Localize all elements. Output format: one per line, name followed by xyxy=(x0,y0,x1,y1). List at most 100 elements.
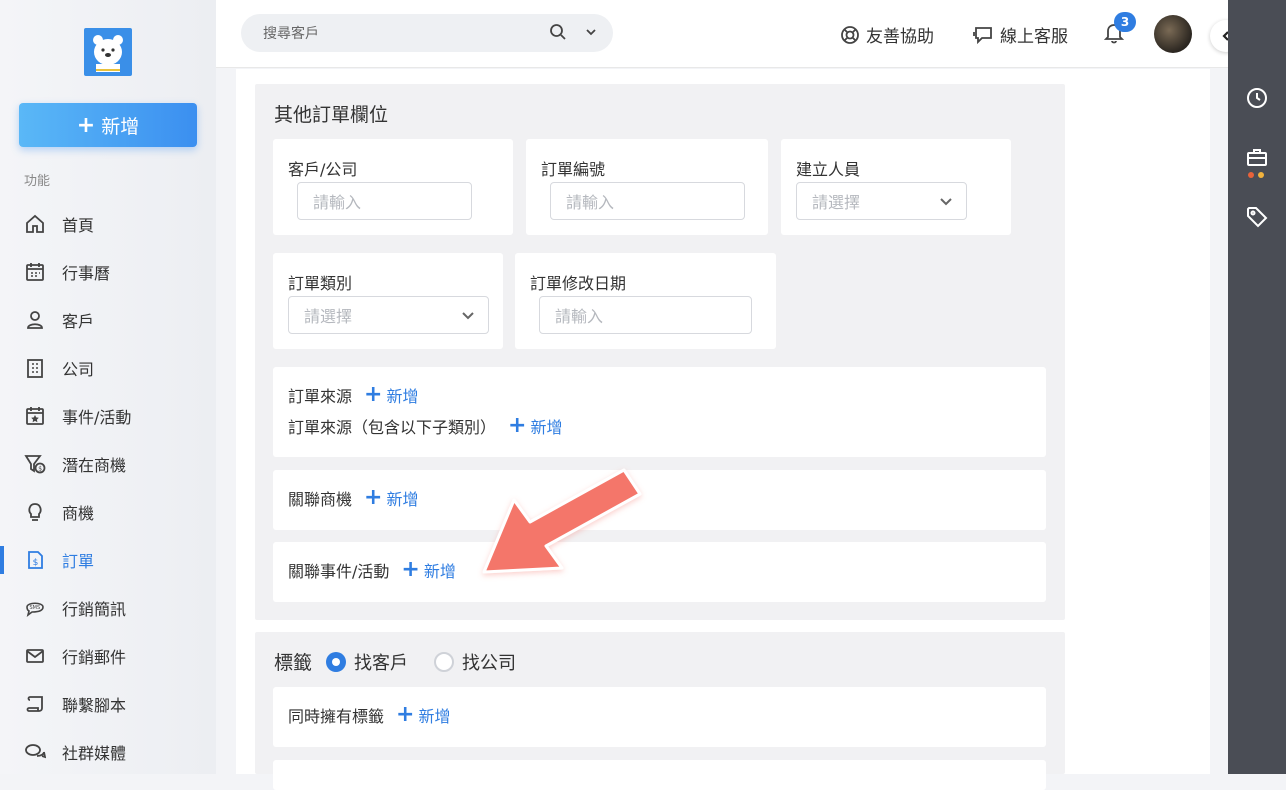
creator-select[interactable]: 請選擇 xyxy=(796,182,967,220)
add-label: 新增 xyxy=(386,387,419,406)
sidebar-nav: 首頁 行事曆 客戶 公司 事件/活動 $ 潛在商機 商機 $ 訂單 SMS 行銷… xyxy=(0,200,216,776)
tag-icon[interactable] xyxy=(1245,205,1269,229)
add-new-button[interactable]: + 新增 xyxy=(19,103,197,147)
sidebar-item-opportunity[interactable]: 商機 xyxy=(0,488,216,536)
radio-find-company[interactable]: 找公司 xyxy=(434,649,516,675)
order-number-card: 訂單編號 請輸入 xyxy=(526,139,768,235)
order-icon: $ xyxy=(24,549,46,571)
plus-icon: + xyxy=(76,112,96,138)
search-placeholder: 搜尋客戶 xyxy=(263,26,319,42)
support-link[interactable]: 線上客服 xyxy=(972,22,1068,47)
field-label: 訂單來源 xyxy=(288,387,353,406)
order-type-card: 訂單類別 請選擇 xyxy=(273,253,503,349)
order-number-input[interactable]: 請輸入 xyxy=(550,182,745,220)
input-placeholder: 請輸入 xyxy=(313,193,362,212)
event-icon xyxy=(24,405,46,427)
add-tag-button[interactable]: + 新增 xyxy=(396,703,450,727)
clock-icon[interactable] xyxy=(1245,86,1269,110)
related-opportunity-card: 關聯商機 + 新增 xyxy=(273,470,1046,530)
search-icon[interactable] xyxy=(549,23,567,41)
field-label: 同時擁有標籤 xyxy=(288,707,385,726)
plus-icon: + xyxy=(508,413,527,438)
sidebar-item-customer[interactable]: 客戶 xyxy=(0,296,216,344)
sidebar-item-label: 行銷郵件 xyxy=(62,648,127,667)
section-label: 功能 xyxy=(24,174,51,189)
chevron-down-icon[interactable] xyxy=(585,26,597,38)
support-label: 線上客服 xyxy=(1000,27,1068,47)
svg-text:SMS: SMS xyxy=(30,605,41,611)
search-input[interactable]: 搜尋客戶 xyxy=(241,14,613,52)
radio-label: 找客戶 xyxy=(354,652,409,674)
right-toolbar xyxy=(1228,0,1286,774)
add-related-event-button[interactable]: + 新增 xyxy=(401,558,455,582)
field-label: 訂單修改日期 xyxy=(530,274,627,293)
sidebar-item-label: 首頁 xyxy=(62,216,95,235)
sidebar-item-event[interactable]: 事件/活動 xyxy=(0,392,216,440)
add-new-label: 新增 xyxy=(101,115,140,138)
radio-checked-icon xyxy=(326,651,347,672)
annotation-arrow-icon xyxy=(482,468,642,574)
sidebar-item-sms[interactable]: SMS 行銷簡訊 xyxy=(0,584,216,632)
field-label: 關聯商機 xyxy=(288,490,353,509)
sidebar-item-calendar[interactable]: 行事曆 xyxy=(0,248,216,296)
radio-unchecked-icon xyxy=(434,651,455,672)
radio-find-customer[interactable]: 找客戶 xyxy=(326,649,408,675)
plus-icon: + xyxy=(364,382,383,407)
chevron-down-icon xyxy=(462,312,474,320)
modified-date-card: 訂單修改日期 請輸入 xyxy=(515,253,776,349)
script-icon xyxy=(24,693,46,715)
logo[interactable] xyxy=(84,28,132,76)
plus-icon: + xyxy=(401,557,420,582)
sidebar-item-home[interactable]: 首頁 xyxy=(0,200,216,248)
top-bar: 搜尋客戶 友善協助 線上客服 3 xyxy=(216,0,1242,68)
has-tags-card: 同時擁有標籤 + 新增 xyxy=(273,687,1046,747)
sidebar-item-label: 潛在商機 xyxy=(62,456,127,475)
next-tag-card xyxy=(273,760,1046,790)
avatar[interactable] xyxy=(1154,15,1192,53)
modified-date-input[interactable]: 請輸入 xyxy=(539,296,752,334)
related-event-row: 關聯事件/活動 + 新增 xyxy=(288,558,456,582)
mail-icon xyxy=(24,645,46,667)
creator-card: 建立人員 請選擇 xyxy=(781,139,1011,235)
sidebar-item-label: 行事曆 xyxy=(62,264,111,283)
sidebar-item-email[interactable]: 行銷郵件 xyxy=(0,632,216,680)
sidebar-item-label: 公司 xyxy=(62,360,95,379)
svg-text:$: $ xyxy=(38,466,42,473)
radio-label: 找公司 xyxy=(462,652,517,674)
sms-icon: SMS xyxy=(24,597,46,619)
plus-icon: + xyxy=(364,485,383,510)
sidebar-item-social[interactable]: 社群媒體 xyxy=(0,728,216,776)
add-label: 新增 xyxy=(423,562,456,581)
field-label: 建立人員 xyxy=(796,160,861,179)
sidebar-item-lead[interactable]: $ 潛在商機 xyxy=(0,440,216,488)
related-event-card: 關聯事件/活動 + 新增 xyxy=(273,542,1046,602)
sidebar-item-script[interactable]: 聯繫腳本 xyxy=(0,680,216,728)
sidebar-item-label: 訂單 xyxy=(62,552,95,571)
main-content: 其他訂單欄位 客戶/公司 請輸入 訂單編號 請輸入 建立人員 請選擇 訂單類別 … xyxy=(236,69,1210,790)
sidebar-item-order[interactable]: $ 訂單 xyxy=(0,536,216,584)
sidebar-item-label: 聯繫腳本 xyxy=(62,696,127,715)
order-source-sub-row: 訂單來源（包含以下子類別） + 新增 xyxy=(288,414,562,438)
add-order-source-button[interactable]: + 新增 xyxy=(364,383,418,407)
sidebar-item-label: 商機 xyxy=(62,504,95,523)
has-tags-row: 同時擁有標籤 + 新增 xyxy=(288,703,450,727)
tags-header: 標籤 找客戶 找公司 xyxy=(274,648,516,675)
sidebar-item-company[interactable]: 公司 xyxy=(0,344,216,392)
select-placeholder: 請選擇 xyxy=(304,307,353,326)
chevron-down-icon xyxy=(940,198,952,206)
briefcase-icon[interactable] xyxy=(1245,146,1269,170)
notification-badge: 3 xyxy=(1114,12,1136,32)
order-source-card: 訂單來源 + 新增 訂單來源（包含以下子類別） + 新增 xyxy=(273,367,1046,457)
funnel-icon: $ xyxy=(24,453,46,475)
add-label: 新增 xyxy=(418,707,451,726)
add-related-opportunity-button[interactable]: + 新增 xyxy=(364,486,418,510)
sidebar: + 新增 功能 首頁 行事曆 客戶 公司 事件/活動 $ 潛在商機 商機 $ 訂… xyxy=(0,0,216,774)
order-type-select[interactable]: 請選擇 xyxy=(288,296,489,334)
help-link[interactable]: 友善協助 xyxy=(840,22,934,47)
customer-card: 客戶/公司 請輸入 xyxy=(273,139,513,235)
customer-input[interactable]: 請輸入 xyxy=(297,182,472,220)
add-order-source-sub-button[interactable]: + 新增 xyxy=(508,414,562,438)
support-chat-icon xyxy=(973,26,992,44)
home-icon xyxy=(24,213,46,235)
sidebar-item-label: 行銷簡訊 xyxy=(62,600,127,619)
